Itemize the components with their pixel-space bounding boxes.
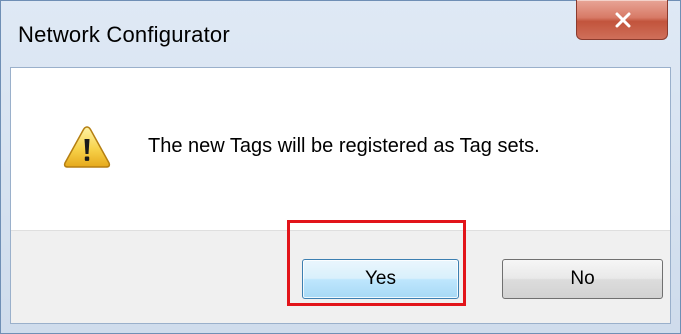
message-area: The new Tags will be registered as Tag s…	[11, 68, 670, 230]
close-icon	[615, 12, 631, 28]
dialog-client-area: The new Tags will be registered as Tag s…	[10, 67, 671, 324]
yes-button[interactable]: Yes	[302, 259, 459, 299]
dialog-window: Network Configurator The new Tags will b…	[0, 0, 681, 334]
close-button[interactable]	[576, 0, 668, 40]
warning-icon	[63, 126, 111, 168]
no-button[interactable]: No	[502, 259, 663, 299]
window-title: Network Configurator	[18, 22, 230, 47]
button-bar: Yes No	[11, 230, 670, 323]
title-bar[interactable]: Network Configurator	[1, 0, 680, 67]
dialog-message: The new Tags will be registered as Tag s…	[148, 135, 540, 157]
